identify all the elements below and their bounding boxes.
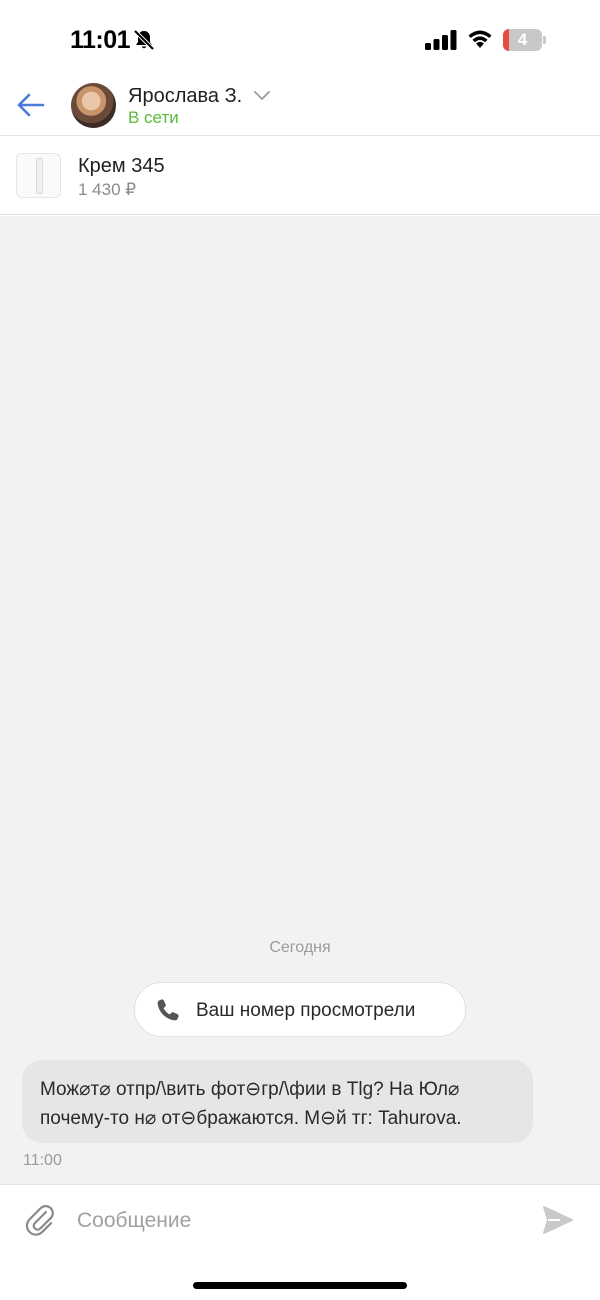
product-image bbox=[36, 158, 43, 194]
send-icon[interactable] bbox=[542, 1205, 574, 1235]
chat-header: Ярослава З. В сети bbox=[0, 80, 600, 136]
back-arrow-icon[interactable] bbox=[16, 92, 46, 118]
product-price: 1 430 ₽ bbox=[78, 180, 137, 199]
battery-body: 4 bbox=[503, 29, 542, 51]
battery-icon: 4 bbox=[503, 29, 546, 51]
wifi-icon bbox=[468, 30, 492, 48]
chat-area[interactable]: Сегодня Ваш номер просмотрели Мож⌀т⌀ отп… bbox=[0, 216, 600, 1184]
chevron-down-icon[interactable] bbox=[253, 90, 271, 102]
status-time: 11:01 bbox=[70, 26, 131, 54]
date-separator: Сегодня bbox=[269, 939, 331, 956]
avatar[interactable] bbox=[71, 83, 116, 128]
battery-cap bbox=[543, 36, 546, 44]
message-input[interactable] bbox=[77, 1205, 517, 1237]
paperclip-icon[interactable] bbox=[24, 1203, 56, 1237]
message-time: 11:00 bbox=[23, 1152, 62, 1169]
message-bubble[interactable]: Мож⌀т⌀ отпр/\вить фот⊖гр/\фии в Tlg? На … bbox=[22, 1060, 533, 1143]
signal-icon bbox=[425, 30, 457, 50]
phone-icon bbox=[157, 999, 179, 1021]
online-status: В сети bbox=[128, 108, 179, 127]
status-bar: 11:01 4 bbox=[0, 0, 600, 80]
system-message-text: Ваш номер просмотрели bbox=[196, 1000, 416, 1021]
composer-bar bbox=[0, 1184, 600, 1300]
product-thumbnail bbox=[16, 153, 61, 198]
bell-slash-icon bbox=[133, 29, 155, 51]
system-message: Ваш номер просмотрели bbox=[134, 982, 466, 1037]
home-indicator bbox=[193, 1282, 407, 1289]
battery-level: 4 bbox=[517, 30, 528, 49]
contact-name[interactable]: Ярослава З. bbox=[128, 85, 242, 108]
product-title: Крем 345 bbox=[78, 155, 165, 177]
product-card[interactable]: Крем 345 1 430 ₽ bbox=[0, 137, 600, 215]
